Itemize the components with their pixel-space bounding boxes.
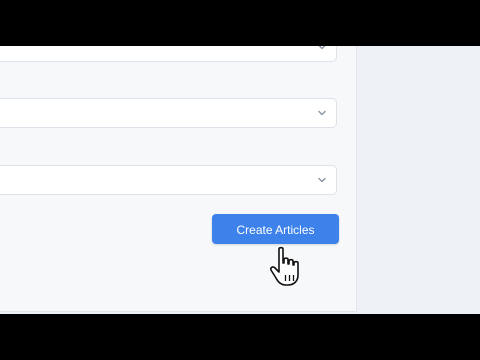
create-articles-button[interactable]: Create Articles <box>212 214 339 244</box>
select-field-3[interactable] <box>0 165 337 195</box>
app-screen: Create Articles <box>0 46 480 314</box>
chevron-down-icon <box>318 46 326 50</box>
select-field-2[interactable] <box>0 98 337 128</box>
chevron-down-icon <box>318 177 326 183</box>
hand-pointer-cursor <box>269 246 299 286</box>
chevron-down-icon <box>318 110 326 116</box>
select-field-1[interactable] <box>0 46 337 62</box>
